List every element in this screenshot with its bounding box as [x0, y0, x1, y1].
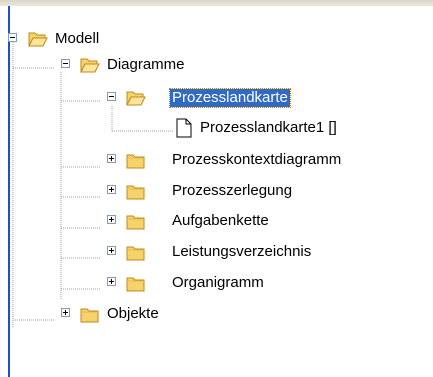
expand-toggle[interactable]	[107, 185, 116, 194]
tree-node-label: Prozesskontextdiagramm	[172, 151, 342, 168]
tree-node-label: Prozesslandkarte	[169, 88, 291, 108]
folder-icon	[126, 275, 146, 296]
folder-open-icon	[28, 30, 48, 52]
tree-node-label: Organigramm	[172, 274, 264, 291]
document-icon	[176, 118, 192, 142]
model-tree: Modell Diagramme Prozesslandkarte Prozes…	[0, 0, 433, 377]
expand-toggle[interactable]	[107, 277, 116, 286]
collapse-toggle[interactable]	[61, 59, 70, 68]
folder-icon	[80, 306, 100, 327]
tree-node-label: Leistungsverzeichnis	[172, 243, 312, 260]
tree-node-label: Aufgabenkette	[172, 212, 269, 229]
folder-icon	[126, 152, 146, 173]
folder-icon	[126, 213, 146, 234]
collapse-toggle[interactable]	[107, 92, 116, 101]
tree-node-label: Objekte	[107, 305, 159, 322]
tree-node-label: Prozesslandkarte1 []	[200, 119, 337, 136]
collapse-toggle[interactable]	[8, 33, 17, 42]
folder-icon	[126, 244, 146, 265]
expand-toggle[interactable]	[107, 246, 116, 255]
expand-toggle[interactable]	[61, 308, 70, 317]
expand-toggle[interactable]	[107, 215, 116, 224]
folder-open-icon	[126, 89, 146, 111]
tree-node-label: Diagramme	[107, 56, 185, 73]
tree-node-label: Prozesszerlegung	[172, 182, 293, 199]
expand-toggle[interactable]	[107, 154, 116, 163]
tree-node-label: Modell	[55, 30, 100, 47]
folder-open-icon	[80, 56, 100, 78]
folder-icon	[126, 183, 146, 204]
